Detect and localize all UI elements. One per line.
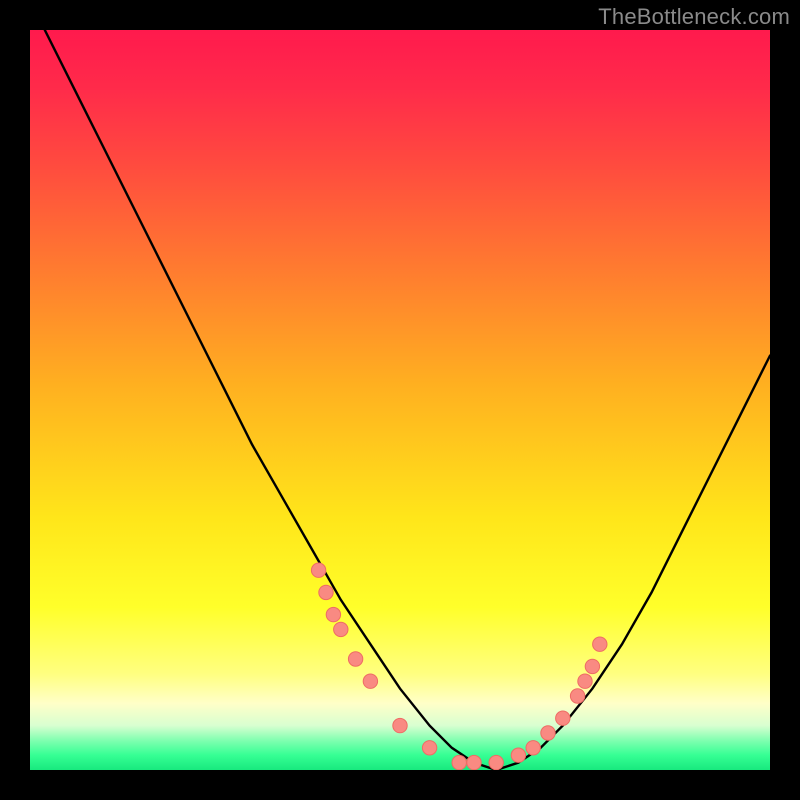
data-marker	[348, 652, 362, 666]
data-marker	[585, 659, 599, 673]
data-marker	[511, 748, 525, 762]
chart-stage: TheBottleneck.com	[0, 0, 800, 800]
data-marker	[578, 674, 592, 688]
watermark-text: TheBottleneck.com	[598, 4, 790, 30]
data-marker	[326, 607, 340, 621]
data-marker	[452, 755, 466, 769]
marker-group	[311, 563, 607, 770]
plot-area	[30, 30, 770, 770]
data-marker	[422, 741, 436, 755]
data-marker	[319, 585, 333, 599]
data-marker	[526, 741, 540, 755]
data-marker	[570, 689, 584, 703]
data-marker	[363, 674, 377, 688]
data-marker	[541, 726, 555, 740]
data-marker	[334, 622, 348, 636]
data-marker	[556, 711, 570, 725]
chart-svg	[30, 30, 770, 770]
bottleneck-curve	[45, 30, 770, 770]
data-marker	[393, 718, 407, 732]
data-marker	[467, 755, 481, 769]
data-marker	[311, 563, 325, 577]
data-marker	[593, 637, 607, 651]
data-marker	[489, 755, 503, 769]
